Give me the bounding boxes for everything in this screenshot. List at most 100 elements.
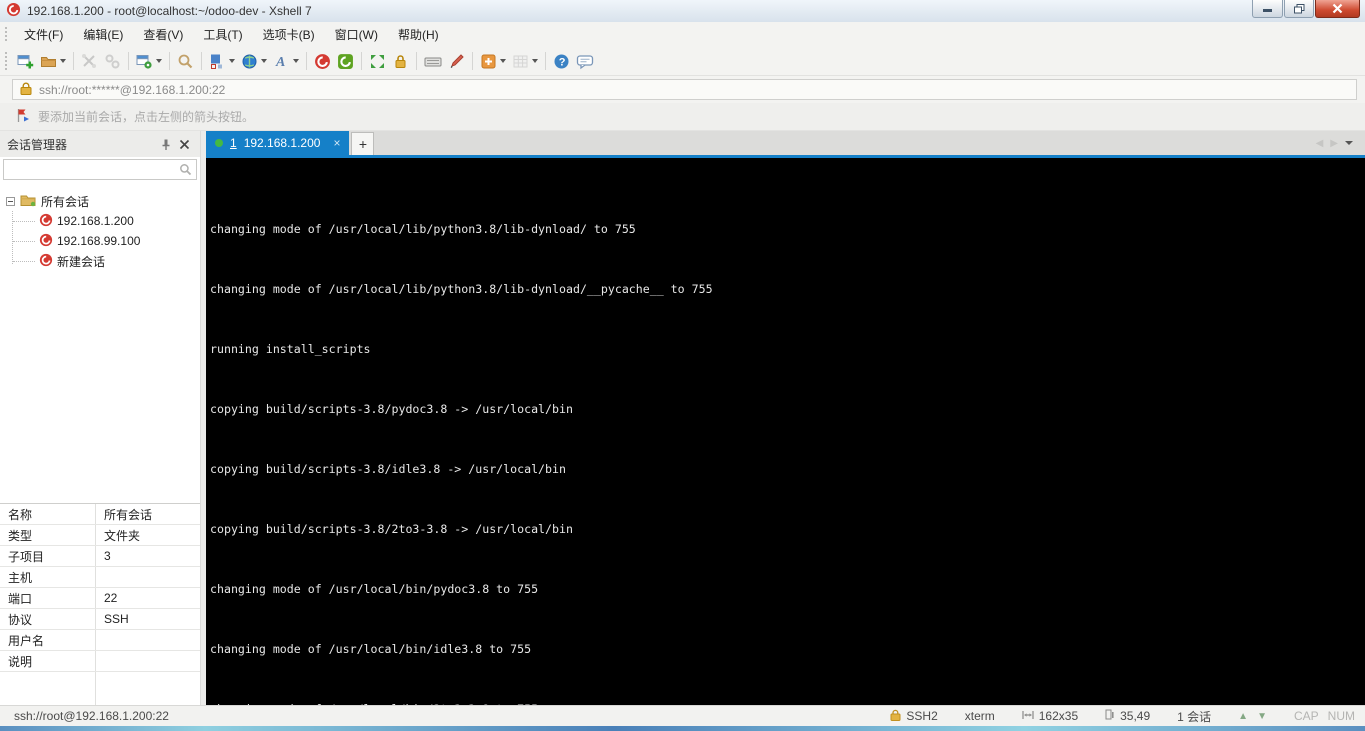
status-protocol: SSH2	[906, 709, 937, 723]
open-url-icon[interactable]	[238, 49, 270, 73]
collapse-icon[interactable]	[6, 197, 15, 206]
address-bar: ssh://root:******@192.168.1.200:22	[0, 76, 1365, 103]
terminal-line: changing mode of /usr/local/bin/idle3.8 …	[210, 642, 1365, 657]
compose-pen-icon[interactable]	[445, 49, 468, 73]
terminal-line: changing mode of /usr/local/lib/python3.…	[210, 222, 1365, 237]
folder-icon	[20, 192, 36, 210]
scroll-up-icon[interactable]: ▲	[1238, 711, 1248, 722]
close-button[interactable]	[1315, 0, 1360, 18]
fullscreen-icon[interactable]	[366, 49, 389, 73]
new-file-icon[interactable]	[477, 49, 509, 73]
property-label: 主机	[0, 569, 95, 586]
session-manager-title: 会话管理器	[7, 136, 67, 153]
font-icon[interactable]: A	[270, 49, 302, 73]
disconnect-icon[interactable]	[101, 49, 124, 73]
menu-grip[interactable]	[4, 26, 9, 44]
property-label: 协议	[0, 611, 95, 628]
menu-item[interactable]: 查看(V)	[133, 23, 193, 46]
tab-scroll-left-icon[interactable]: ◀	[1316, 138, 1324, 149]
xshell-icon[interactable]	[311, 49, 334, 73]
property-row: 子项目 3	[0, 546, 200, 567]
lock-icon	[20, 82, 32, 98]
close-panel-icon[interactable]	[175, 135, 193, 153]
session-search-input[interactable]	[3, 159, 197, 180]
search-icon[interactable]	[179, 163, 192, 179]
menu-item[interactable]: 文件(F)	[14, 23, 73, 46]
new-tab-button[interactable]: +	[351, 132, 374, 155]
pin-icon[interactable]	[157, 135, 175, 153]
status-connection: ssh://root@192.168.1.200:22	[14, 709, 169, 723]
session-icon	[39, 233, 53, 250]
menu-item[interactable]: 窗口(W)	[325, 23, 388, 46]
minimize-button[interactable]	[1252, 0, 1283, 18]
session-tree-item[interactable]: 192.168.1.200	[0, 211, 200, 231]
terminal-line: copying build/scripts-3.8/pydoc3.8 -> /u…	[210, 402, 1365, 417]
session-tree-item[interactable]: 192.168.99.100	[0, 231, 200, 251]
menu-bar: 文件(F)编辑(E)查看(V)工具(T)选项卡(B)窗口(W)帮助(H)	[0, 22, 1365, 47]
status-cursor-position: 35,49	[1120, 709, 1150, 723]
property-value	[95, 651, 200, 671]
session-tree-item[interactable]: 新建会话	[0, 251, 200, 271]
address-field[interactable]: ssh://root:******@192.168.1.200:22	[12, 79, 1357, 100]
virtual-keyboard-icon[interactable]	[421, 49, 445, 73]
property-label: 类型	[0, 527, 95, 544]
property-value: SSH	[95, 609, 200, 629]
toolbar: A ?	[0, 47, 1365, 76]
tab-layout-icon[interactable]	[206, 49, 238, 73]
terminal-line: changing mode of /usr/local/bin/2to3-3.8…	[210, 702, 1365, 705]
tab-index: 1	[230, 136, 237, 150]
session-properties-icon[interactable]	[133, 49, 165, 73]
tab-session[interactable]: 1 192.168.1.200 ×	[206, 131, 349, 155]
terminal-line: running install_scripts	[210, 342, 1365, 357]
grid-view-icon[interactable]	[509, 49, 541, 73]
terminal-line: changing mode of /usr/local/lib/python3.…	[210, 282, 1365, 297]
tree-root-all-sessions[interactable]: 所有会话	[0, 191, 200, 211]
property-row: 端口 22	[0, 588, 200, 609]
terminal-output[interactable]: changing mode of /usr/local/lib/python3.…	[206, 158, 1365, 705]
cursor-position-icon	[1105, 709, 1115, 723]
scroll-down-icon[interactable]: ▼	[1257, 711, 1267, 722]
session-tree: 所有会话 192.168.1.200 192	[0, 183, 200, 503]
info-bar-text: 要添加当前会话，点击左侧的箭头按钮。	[38, 108, 254, 125]
xftp-icon[interactable]	[334, 49, 357, 73]
property-label: 子项目	[0, 548, 95, 565]
menu-item[interactable]: 选项卡(B)	[253, 23, 325, 46]
xshell-logo-icon	[6, 2, 21, 20]
svg-text:?: ?	[559, 56, 566, 68]
reconnect-icon[interactable]	[78, 49, 101, 73]
tab-list-dropdown-icon[interactable]	[1345, 141, 1353, 145]
property-row: 主机	[0, 567, 200, 588]
lock-screen-icon[interactable]	[389, 49, 412, 73]
terminal-line: copying build/scripts-3.8/2to3-3.8 -> /u…	[210, 522, 1365, 537]
info-bar: 要添加当前会话，点击左侧的箭头按钮。	[0, 103, 1365, 131]
property-row: 说明	[0, 651, 200, 672]
property-value	[95, 567, 200, 587]
terminal-size-icon	[1022, 709, 1034, 723]
new-session-icon[interactable]	[14, 49, 37, 73]
session-label: 新建会话	[57, 253, 105, 270]
feedback-icon[interactable]	[573, 49, 597, 73]
property-value: 文件夹	[95, 525, 200, 545]
window-edge	[0, 726, 1365, 731]
property-value: 3	[95, 546, 200, 566]
property-value	[95, 630, 200, 650]
tab-scroll-right-icon[interactable]: ▶	[1330, 138, 1338, 149]
property-label: 用户名	[0, 632, 95, 649]
restore-button[interactable]	[1284, 0, 1314, 18]
help-icon[interactable]: ?	[550, 49, 573, 73]
find-icon[interactable]	[174, 49, 197, 73]
tree-root-label: 所有会话	[41, 193, 89, 210]
property-row: 协议 SSH	[0, 609, 200, 630]
property-label: 说明	[0, 653, 95, 670]
property-value: 所有会话	[95, 504, 200, 524]
menu-item[interactable]: 编辑(E)	[73, 23, 133, 46]
menu-item[interactable]: 帮助(H)	[388, 23, 449, 46]
tab-close-icon[interactable]: ×	[333, 136, 340, 150]
connected-dot-icon	[215, 139, 223, 147]
encryption-lock-icon	[890, 709, 901, 724]
menu-item[interactable]: 工具(T)	[193, 23, 252, 46]
open-session-icon[interactable]	[37, 49, 69, 73]
terminal-line: copying build/scripts-3.8/idle3.8 -> /us…	[210, 462, 1365, 477]
tab-bar: 1 192.168.1.200 × + ◀ ▶	[206, 131, 1365, 155]
toolbar-grip[interactable]	[4, 51, 9, 71]
